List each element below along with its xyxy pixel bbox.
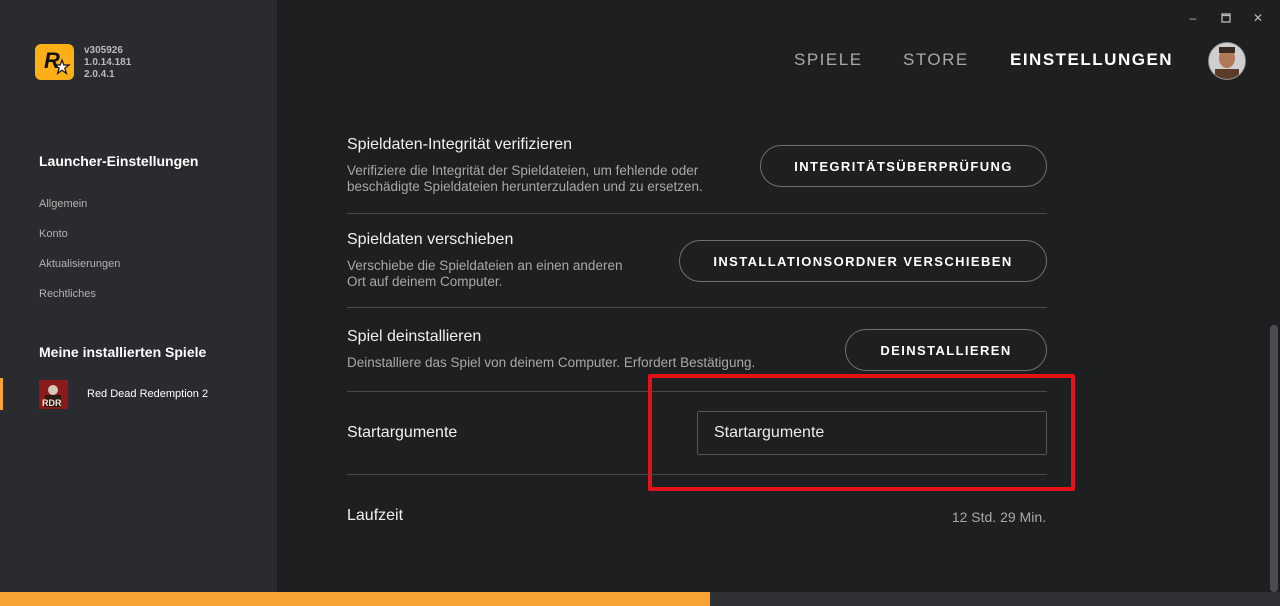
launch-args-input[interactable]: [697, 411, 1047, 455]
scrollbar-thumb[interactable]: [1270, 325, 1278, 592]
move-desc-line: Verschiebe die Spieldateien an einen and…: [347, 258, 623, 273]
version-info: v305926 1.0.14.181 2.0.4.1: [84, 45, 131, 81]
installed-games-heading: Meine installierten Spiele: [39, 344, 207, 360]
sidebar-item-allgemein[interactable]: Allgemein: [39, 198, 87, 210]
game-thumbnail-icon: RDR: [39, 380, 68, 409]
divider: [347, 307, 1047, 308]
uninstall-title: Spiel deinstallieren: [347, 328, 482, 345]
move-description: Verschiebe die Spieldateien an einen and…: [347, 258, 622, 290]
download-progress-fill: [0, 592, 711, 606]
uninstall-description: Deinstalliere das Spiel von deinem Compu…: [347, 355, 756, 370]
verify-desc-line: Verifiziere die Integrität der Spieldate…: [347, 163, 699, 178]
sidebar-item-red-dead-redemption-2[interactable]: RDR Red Dead Redemption 2: [0, 378, 277, 410]
minimize-icon[interactable]: –: [1185, 10, 1201, 26]
download-progress-bar: [0, 592, 1280, 606]
divider: [347, 213, 1047, 214]
svg-text:RDR: RDR: [42, 398, 62, 408]
move-install-folder-button[interactable]: INSTALLATIONSORDNER VERSCHIEBEN: [679, 240, 1047, 282]
runtime-title: Laufzeit: [347, 507, 404, 524]
verify-desc-line: beschädigte Spieldateien herunterzuladen…: [347, 179, 703, 194]
launch-args-title: Startargumente: [347, 424, 458, 441]
version-line: v305926: [84, 45, 123, 56]
verify-description: Verifiziere die Integrität der Spieldate…: [347, 163, 703, 195]
sidebar: R v305926 1.0.14.181 2.0.4.1 Launcher-Ei…: [0, 0, 277, 592]
verify-title: Spieldaten-Integrität verifizieren: [347, 136, 573, 153]
divider: [347, 474, 1047, 475]
sidebar-item-aktualisierungen[interactable]: Aktualisierungen: [39, 258, 120, 270]
nav-tab-einstellungen[interactable]: EINSTELLUNGEN: [1010, 50, 1173, 70]
uninstall-button[interactable]: DEINSTALLIEREN: [845, 329, 1047, 371]
close-icon[interactable]: ✕: [1250, 10, 1266, 26]
user-avatar[interactable]: [1208, 42, 1246, 80]
nav-tab-spiele[interactable]: SPIELE: [794, 50, 863, 70]
move-title: Spieldaten verschieben: [347, 231, 514, 248]
version-line: 1.0.14.181: [84, 57, 132, 68]
selected-indicator: [0, 378, 3, 410]
svg-text:R: R: [44, 48, 60, 73]
move-desc-line: Ort auf deinem Computer.: [347, 274, 503, 289]
version-line: 2.0.4.1: [84, 69, 115, 80]
verify-integrity-button[interactable]: INTEGRITÄTSÜBERPRÜFUNG: [760, 145, 1047, 187]
game-label: Red Dead Redemption 2: [87, 388, 209, 400]
sidebar-item-rechtliches[interactable]: Rechtliches: [39, 288, 96, 300]
sidebar-item-konto[interactable]: Konto: [39, 228, 68, 240]
runtime-value: 12 Std. 29 Min.: [951, 509, 1046, 525]
divider: [347, 391, 1047, 392]
nav-tab-store[interactable]: STORE: [903, 50, 969, 70]
rockstar-logo-icon[interactable]: R: [35, 44, 74, 80]
maximize-icon[interactable]: [1218, 10, 1234, 26]
launcher-settings-heading: Launcher-Einstellungen: [39, 153, 199, 169]
